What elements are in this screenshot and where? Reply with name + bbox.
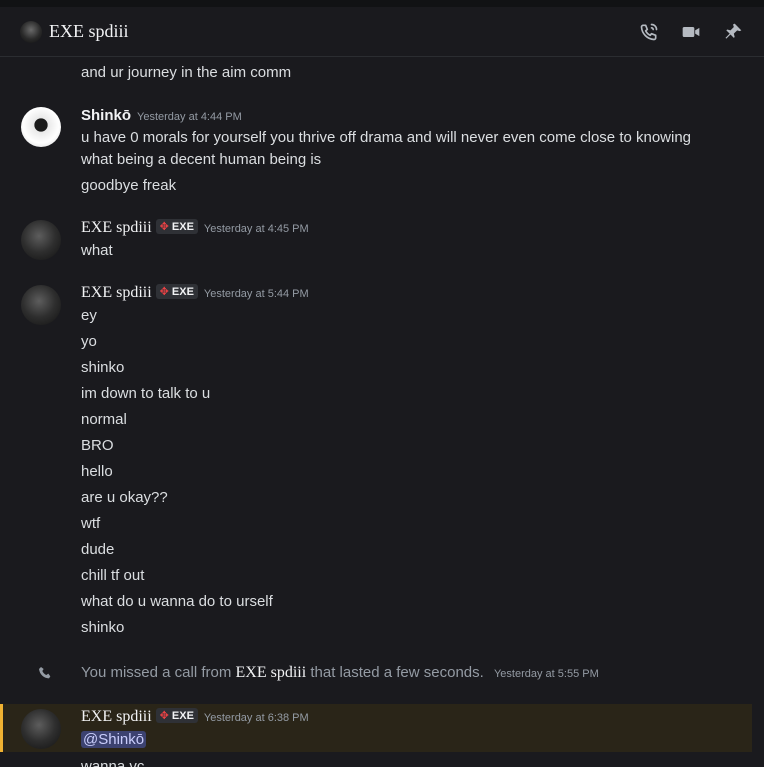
user-mention[interactable]: @Shinkō <box>81 731 147 748</box>
tag-emblem-icon: ✥ <box>159 710 169 722</box>
message-line: are u okay?? <box>81 489 168 506</box>
pin-icon[interactable] <box>723 22 743 42</box>
message-line: chill tf out <box>81 567 145 584</box>
message-line: shinko <box>81 359 125 376</box>
message-line: and ur journey in the aim comm <box>81 64 292 81</box>
header-avatar[interactable] <box>20 21 42 43</box>
message-header: EXE spdiii ✥ EXE Yesterday at 4:45 PM <box>81 219 309 241</box>
message-line: shinko <box>81 619 125 636</box>
message-header: Shinkō Yesterday at 4:44 PM <box>81 107 242 129</box>
timestamp: Yesterday at 5:55 PM <box>493 668 599 680</box>
message-header: EXE spdiii ✥ EXE Yesterday at 6:38 PM <box>81 708 309 730</box>
avatar-exe-spdiii[interactable] <box>21 220 61 260</box>
server-tag-badge[interactable]: ✥ EXE <box>155 708 198 723</box>
tag-emblem-icon: ✥ <box>159 221 169 233</box>
message-list[interactable]: and ur journey in the aim comm Shinkō Yes… <box>0 57 764 767</box>
message-line: BRO <box>81 437 114 454</box>
avatar-shinko[interactable] <box>21 107 61 147</box>
header-title[interactable]: EXE spdiii <box>49 21 129 42</box>
tag-emblem-icon: ✥ <box>159 286 169 298</box>
message-line: u have 0 morals for yourself you thrive … <box>81 129 692 146</box>
video-call-icon[interactable] <box>681 22 701 42</box>
message-line: what being a decent human being is <box>81 151 322 168</box>
username-shinko[interactable]: Shinkō <box>81 107 131 124</box>
message-line: goodbye freak <box>81 177 177 194</box>
call-notice-prefix: You missed a call from <box>81 664 232 681</box>
message-line: yo <box>81 333 97 350</box>
timestamp: Yesterday at 4:45 PM <box>203 223 309 235</box>
dm-header: EXE spdiii <box>0 7 764 57</box>
username-exe-spdiii[interactable]: EXE spdiii <box>81 708 152 725</box>
message-line: what <box>81 242 113 259</box>
username-exe-spdiii[interactable]: EXE spdiii <box>81 284 152 301</box>
timestamp: Yesterday at 6:38 PM <box>203 712 309 724</box>
message-header: EXE spdiii ✥ EXE Yesterday at 5:44 PM <box>81 284 309 306</box>
window-top-strip <box>0 0 764 7</box>
message-line: normal <box>81 411 127 428</box>
server-tag-badge[interactable]: ✥ EXE <box>155 219 198 234</box>
message-line: dude <box>81 541 115 558</box>
avatar-exe-spdiii[interactable] <box>21 709 61 749</box>
phone-call-icon[interactable] <box>639 22 659 42</box>
call-notice-suffix: that lasted a few seconds. <box>310 664 484 681</box>
timestamp: Yesterday at 4:44 PM <box>137 111 242 123</box>
message-line: @Shinkō <box>81 731 147 748</box>
server-tag-badge[interactable]: ✥ EXE <box>155 284 198 299</box>
message-line: what do u wanna do to urself <box>81 593 273 610</box>
message-line: ey <box>81 307 97 324</box>
username-exe-spdiii[interactable]: EXE spdiii <box>81 219 152 236</box>
message-line: hello <box>81 463 113 480</box>
timestamp: Yesterday at 5:44 PM <box>203 288 309 300</box>
message-line: im down to talk to u <box>81 385 211 402</box>
missed-call-notice: You missed a call from EXE spdiii that l… <box>0 662 764 684</box>
avatar-exe-spdiii[interactable] <box>21 285 61 325</box>
call-caller-name[interactable]: EXE spdiii <box>236 664 307 681</box>
message-line: wtf <box>81 515 101 532</box>
missed-call-icon <box>37 665 53 681</box>
message-line: wanna vc <box>81 758 145 767</box>
